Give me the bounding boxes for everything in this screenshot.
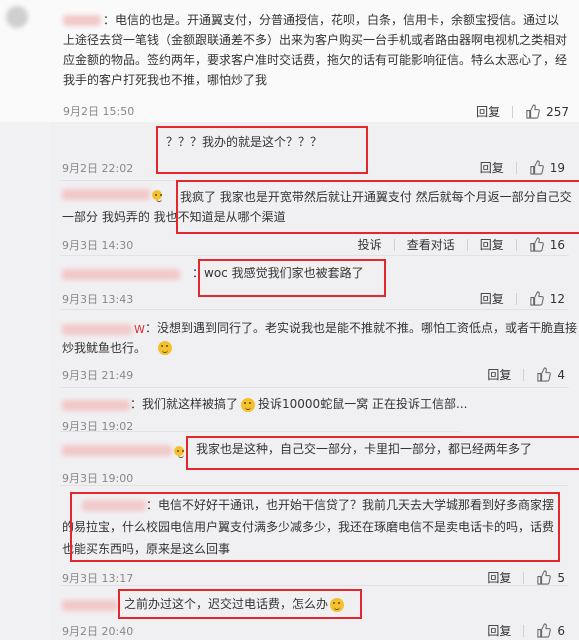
thumbs-up-icon[interactable] [536,623,552,638]
reply-button[interactable]: 回复 [487,569,511,586]
list-item: ：我家也是这种，自己交一部分，卡里扣一部分，都已经两年多了 9月3日 19:00 [50,433,579,487]
reply-button[interactable]: 回复 [487,622,511,639]
thumbs-up-icon[interactable] [536,570,552,585]
emoji-icon [158,341,172,355]
avatar[interactable] [6,6,28,28]
view-conversation-button[interactable]: 查看对话 [407,236,455,253]
reply-button[interactable]: 回复 [480,236,504,253]
list-item: ：电信不好好干通讯，也开始干信贷了？我前几天去大学城那看到好多商家摆的易拉宝，什… [50,487,579,587]
main-comment-text: ：电信的也是。开通翼支付，分普通授信，花呗，白条，信用卡，余额宝授信。通过以上途… [63,13,568,87]
divider [515,238,517,251]
reply-time: 9月3日 14:30 [62,239,134,252]
reply-text-part: 投诉10000蛇鼠一窝 正在投诉工信部... [258,397,468,411]
divider [60,309,569,310]
divider [523,571,525,584]
reply-actions: 回复 19 [480,159,565,176]
reply-text: ：我们就这样被搞了 投诉10000蛇鼠一窝 正在投诉工信部... [130,394,467,414]
like-count: 257 [546,104,569,119]
reply-list: ？？？我办的就是这个？？？ 9月2日 22:02 回复 19 我疯了 我家也是开… [50,122,579,640]
reply-actions: 回复 12 [480,290,565,307]
reply-time: 9月3日 13:43 [62,293,134,306]
like-count: 16 [549,237,565,252]
highlight-box [118,589,362,619]
list-item: ：我们就这样被搞了 投诉10000蛇鼠一窝 正在投诉工信部... 9月3日 19:… [50,389,579,433]
like-count: 19 [549,160,565,175]
reply-time: 9月2日 20:40 [62,625,134,638]
reply-button[interactable]: 回复 [487,366,511,383]
reply-actions: 回复 6 [487,622,565,639]
highlight-box [156,126,368,174]
divider [60,387,569,388]
reply-text-part: ：我们就这样被搞了 [130,397,239,411]
reply-button[interactable]: 回复 [476,103,500,120]
emoji-icon [174,445,184,458]
divider [512,105,514,118]
thumbs-up-icon[interactable] [529,237,544,252]
divider [515,292,517,305]
reply-time: 9月2日 22:02 [62,162,134,175]
divider [523,368,525,381]
list-item: 我疯了 我家也是开宽带然后就让开通翼支付 然后就每个月返一部分自己交一部分 我妈… [50,180,579,257]
divider [466,238,468,251]
reply-time: 9月3日 21:49 [62,369,134,382]
thumbs-up-icon[interactable] [529,160,544,175]
list-item: W ：没想到遇到同行了。老实说我也是能不推就不推。哪怕工资低点，或者干脆直接炒我… [50,311,579,389]
divider [60,431,460,432]
main-comment-actions: 回复 257 [476,103,569,120]
reply-actions: 投诉 查看对话 回复 16 [358,236,565,253]
thumbs-up-icon[interactable] [536,367,552,382]
highlight-box [198,259,386,297]
reply-text: ：没想到遇到同行了。老实说我也是能不推就不推。哪怕工资低点，或者干脆直接炒我鱿鱼… [62,321,578,355]
thumbs-up-icon[interactable] [525,104,540,119]
highlight-box [70,492,560,562]
reply-actions: 回复 5 [487,569,565,586]
divider [60,255,569,256]
username[interactable] [63,15,101,26]
username[interactable] [62,443,184,458]
list-item: ？？？我办的就是这个？？？ 9月2日 22:02 回复 19 [50,122,579,183]
highlight-box [186,436,579,470]
reply-time: 9月3日 13:17 [62,572,134,585]
thumbs-up-icon[interactable] [529,291,544,306]
like-count: 4 [557,367,565,382]
username[interactable] [62,598,120,612]
list-item: 之前办过这个，迟交过电话费，怎么办 9月2日 20:40 回复 6 [50,587,579,640]
username[interactable] [62,267,182,281]
like-count: 12 [549,291,565,306]
reply-button[interactable]: 回复 [480,290,504,307]
list-item: ：woc 我感觉我们家也被套路了 9月3日 13:43 回复 12 [50,257,579,311]
reply-button[interactable]: 回复 [480,159,504,176]
emoji-icon [241,397,256,412]
divider [523,624,525,637]
divider [393,238,395,251]
reply-actions: 回复 4 [487,366,565,383]
comment-thread: ：电信的也是。开通翼支付，分普通授信，花呗，白条，信用卡，余额宝授信。通过以上途… [0,0,579,640]
main-comment-body: ：电信的也是。开通翼支付，分普通授信，花呗，白条，信用卡，余额宝授信。通过以上途… [63,10,568,90]
highlight-box [176,180,579,234]
main-comment-time: 9月2日 15:50 [63,105,135,118]
like-count: 6 [557,623,565,638]
report-button[interactable]: 投诉 [358,236,382,253]
like-count: 5 [557,570,565,585]
divider [515,161,517,174]
reply-time: 9月3日 19:00 [62,472,134,485]
main-comment: ：电信的也是。开通翼支付，分普通授信，花呗，白条，信用卡，余额宝授信。通过以上途… [0,0,579,122]
username[interactable] [62,398,132,412]
divider [60,585,569,586]
divider [60,485,569,486]
